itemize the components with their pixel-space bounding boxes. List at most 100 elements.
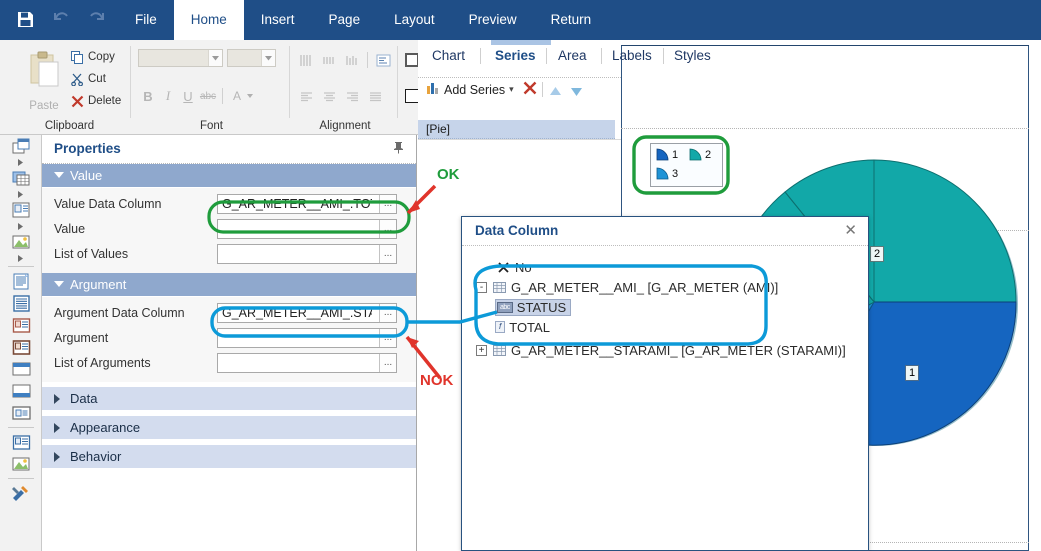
section-header-behavior[interactable]: Behavior xyxy=(42,445,416,469)
redo-icon[interactable] xyxy=(86,8,108,30)
align-center-icon[interactable] xyxy=(319,86,339,106)
value-data-column-browse-button[interactable]: ... xyxy=(379,195,396,213)
chevron-down-icon[interactable] xyxy=(247,94,253,98)
tab-layout[interactable]: Layout xyxy=(377,0,452,40)
list-of-arguments-browse-button[interactable]: ... xyxy=(379,354,396,372)
align-top-icon[interactable] xyxy=(296,50,316,70)
italic-button[interactable]: I xyxy=(158,86,178,106)
tool-footer-band-icon[interactable] xyxy=(0,380,42,402)
underline-button[interactable]: U xyxy=(178,86,198,106)
tab-file[interactable]: File xyxy=(118,0,174,40)
page-guide-line xyxy=(621,128,1029,129)
toolbar-divider xyxy=(542,82,543,97)
tab-chart[interactable]: Chart xyxy=(432,48,465,63)
tool-settings-wrench-icon[interactable] xyxy=(0,482,42,504)
data-column-dialog[interactable]: Data Column ✕ No - G_AR_METER__AMI_ [G_A… xyxy=(461,216,869,551)
save-icon[interactable] xyxy=(14,8,36,30)
align-justify-icon[interactable] xyxy=(365,86,385,106)
tab-insert[interactable]: Insert xyxy=(244,0,312,40)
tool-label-card-red-icon[interactable] xyxy=(0,314,42,336)
list-of-values-browse-button[interactable]: ... xyxy=(379,245,396,263)
tool-image-region-icon[interactable] xyxy=(0,231,42,253)
chevron-right-icon xyxy=(54,452,60,462)
value-browse-button[interactable]: ... xyxy=(379,220,396,238)
section-header-argument[interactable]: Argument xyxy=(42,273,416,297)
tool-table-panel-icon[interactable] xyxy=(0,167,42,189)
chevron-right-icon[interactable] xyxy=(0,253,42,263)
tree-expander-expand-icon[interactable]: + xyxy=(476,344,487,356)
font-size-select[interactable] xyxy=(227,49,276,67)
add-series-label: Add Series xyxy=(444,82,506,97)
align-bottom-icon[interactable] xyxy=(342,50,362,70)
cut-button[interactable]: Cut xyxy=(70,72,106,86)
tree-item-total[interactable]: f TOTAL xyxy=(476,317,856,337)
value-data-column-input[interactable]: G_AR_METER__AMI_.TOTAl ... xyxy=(217,194,397,214)
argument-input[interactable]: ... xyxy=(217,328,397,348)
tab-labels[interactable]: Labels xyxy=(612,48,652,63)
font-family-select[interactable] xyxy=(138,49,223,67)
tool-subreport-icon[interactable] xyxy=(0,402,42,424)
font-color-button[interactable]: A xyxy=(227,86,247,106)
chevron-right-icon[interactable] xyxy=(0,189,42,199)
delete-button[interactable]: Delete xyxy=(70,94,121,108)
tool-list-icon[interactable] xyxy=(0,292,42,314)
tab-series[interactable]: Series xyxy=(495,48,536,63)
argument-data-column-browse-button[interactable]: ... xyxy=(379,304,396,322)
argument-data-column-input[interactable]: G_AR_METER__AMI_.STATU ... xyxy=(217,303,397,323)
chevron-right-icon[interactable] xyxy=(0,221,42,231)
section-header-data[interactable]: Data xyxy=(42,387,416,411)
tool-card-blue-icon[interactable] xyxy=(0,431,42,453)
tree-label-no: No xyxy=(515,259,532,275)
delete-series-button[interactable] xyxy=(523,81,537,100)
list-of-arguments-input[interactable]: ... xyxy=(217,353,397,373)
tree-item-starami-table[interactable]: + G_AR_METER__STARAMI_ [G_AR_METER (STAR… xyxy=(476,340,856,360)
tree-item-no[interactable]: No xyxy=(476,257,856,277)
paste-button[interactable]: Paste xyxy=(18,48,70,112)
copy-button[interactable]: Copy xyxy=(70,50,115,64)
tab-styles[interactable]: Styles xyxy=(674,48,711,63)
section-header-value[interactable]: Value xyxy=(42,164,416,188)
tool-label-card-brown-icon[interactable] xyxy=(0,336,42,358)
chevron-right-icon[interactable] xyxy=(0,157,42,167)
tab-area[interactable]: Area xyxy=(558,48,587,63)
tab-home[interactable]: Home xyxy=(173,0,244,40)
toolbar-divider xyxy=(8,427,34,428)
move-series-up-button[interactable] xyxy=(549,84,562,102)
pin-icon[interactable] xyxy=(393,141,404,157)
align-middle-icon[interactable] xyxy=(319,50,339,70)
tool-overlap-panels-icon[interactable] xyxy=(0,135,42,157)
align-right-icon[interactable] xyxy=(342,86,362,106)
undo-icon[interactable] xyxy=(50,8,72,30)
align-left-icon[interactable] xyxy=(296,86,316,106)
tree-label-total: TOTAL xyxy=(509,319,550,335)
add-series-button[interactable]: Add Series ▾ xyxy=(426,81,514,98)
wrap-text-icon[interactable] xyxy=(373,50,393,70)
chevron-down-icon[interactable]: ▾ xyxy=(509,84,514,95)
tool-picture-icon[interactable] xyxy=(0,453,42,475)
close-icon[interactable]: ✕ xyxy=(844,221,857,239)
section-label-value: Value xyxy=(70,168,103,183)
tab-return[interactable]: Return xyxy=(534,0,609,40)
checkbox-bottom[interactable] xyxy=(405,89,419,103)
argument-browse-button[interactable]: ... xyxy=(379,329,396,347)
series-list-item-pie[interactable]: [Pie] xyxy=(418,120,615,139)
section-label-behavior: Behavior xyxy=(70,449,122,464)
tab-page[interactable]: Page xyxy=(312,0,378,40)
bold-button[interactable]: B xyxy=(138,86,158,106)
copy-icon xyxy=(70,50,84,64)
tool-header-band-icon[interactable] xyxy=(0,358,42,380)
chart-legend[interactable]: 1 2 3 xyxy=(650,143,723,187)
delete-label: Delete xyxy=(88,95,122,107)
section-header-appearance[interactable]: Appearance xyxy=(42,416,416,440)
tool-record-card-icon[interactable] xyxy=(0,199,42,221)
checkbox-top[interactable] xyxy=(405,53,419,67)
tab-preview[interactable]: Preview xyxy=(452,0,534,40)
tree-item-status[interactable]: abc STATUS xyxy=(476,297,856,317)
move-series-down-button[interactable] xyxy=(570,84,583,102)
value-input[interactable]: ... xyxy=(217,219,397,239)
tree-item-ami-table[interactable]: - G_AR_METER__AMI_ [G_AR_METER (AMI)] xyxy=(476,277,856,297)
tool-document-icon[interactable] xyxy=(0,270,42,292)
tree-expander-collapse-icon[interactable]: - xyxy=(476,281,487,293)
strikethrough-button[interactable]: abc xyxy=(198,86,218,106)
list-of-values-input[interactable]: ... xyxy=(217,244,397,264)
